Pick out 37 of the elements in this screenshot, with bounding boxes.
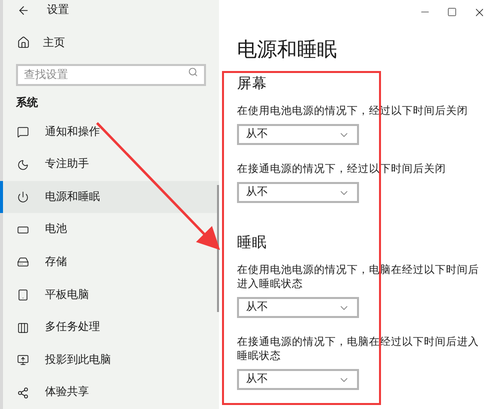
maximize-icon[interactable] <box>447 7 457 17</box>
dropdown[interactable]: 从不 <box>237 124 359 145</box>
nav-item[interactable]: 体验共享 <box>0 376 219 409</box>
nav-item[interactable]: 多任务处理 <box>0 311 219 344</box>
moon-icon <box>17 158 29 171</box>
section-heading: 屏幕 <box>237 75 268 94</box>
home-icon <box>17 36 30 50</box>
drive-icon <box>17 256 29 268</box>
nav-item[interactable]: 存储 <box>0 246 219 279</box>
home-item[interactable]: 主页 <box>3 32 219 54</box>
section-heading: 睡眠 <box>237 234 268 253</box>
monitor-icon <box>17 354 29 366</box>
speech-bubble-icon <box>17 126 29 138</box>
tablet-icon <box>17 288 29 301</box>
setting-label: 在使用电池电源的情况下，经过以下时间后关闭 <box>237 104 469 118</box>
section-heading: 系统 <box>16 95 39 112</box>
nav-item[interactable]: 平板电脑 <box>0 278 219 312</box>
page-title: 电源和睡眠 <box>237 36 338 62</box>
back-icon[interactable] <box>17 4 30 17</box>
scrollbar[interactable] <box>217 185 219 312</box>
nav-item[interactable]: 通知和操作 <box>0 116 219 148</box>
setting-label: 在接通电源的情况下，经过以下时间后关闭 <box>237 162 447 176</box>
nav-item[interactable]: 投影到此电脑 <box>0 344 219 376</box>
nav-item[interactable]: 专注助手 <box>0 148 219 181</box>
setting-label: 在使用电池电源的情况下，电脑在经过以下时间后进入睡眠状态 <box>237 263 480 291</box>
search-icon <box>188 67 198 78</box>
search-field[interactable]: 查找设置 <box>16 64 206 86</box>
battery-icon <box>17 224 29 236</box>
window-title: 设置 <box>47 2 69 18</box>
dropdown[interactable]: 从不 <box>237 182 359 203</box>
nav-item[interactable]: 电源和睡眠 <box>0 180 219 214</box>
nav-item[interactable]: 电池 <box>0 213 219 246</box>
dropdown[interactable]: 从不 <box>237 297 359 318</box>
power-icon <box>17 191 29 204</box>
share-icon <box>17 386 29 399</box>
dropdown[interactable]: 从不 <box>237 369 359 390</box>
columns-icon <box>17 322 29 334</box>
